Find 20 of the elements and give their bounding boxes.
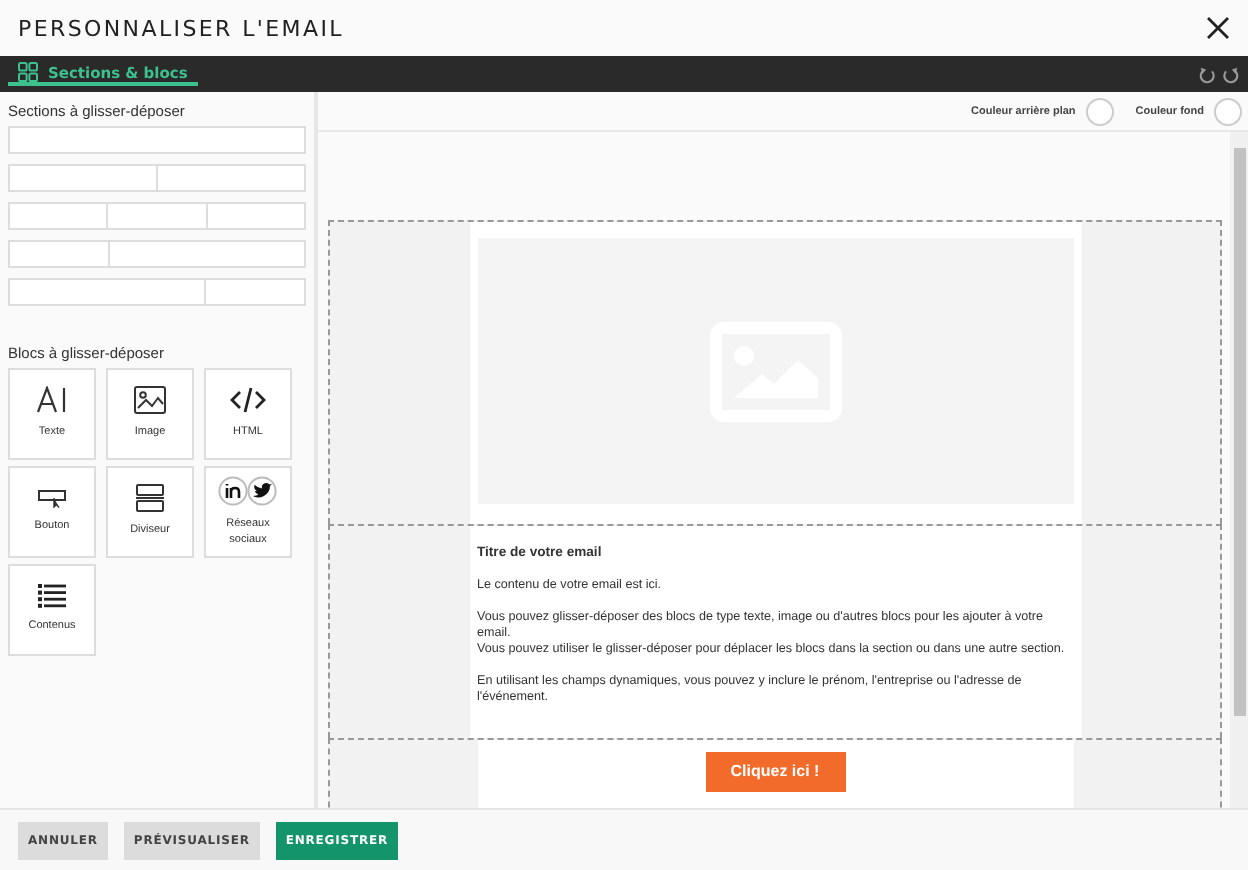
color-swatch[interactable] bbox=[1085, 97, 1114, 125]
scrollbar[interactable] bbox=[1230, 132, 1248, 808]
text-icon bbox=[36, 386, 68, 415]
section-layout[interactable] bbox=[8, 278, 306, 306]
grid-icon bbox=[18, 62, 38, 82]
section-layout[interactable] bbox=[8, 164, 306, 192]
close-button[interactable] bbox=[1206, 16, 1230, 40]
section-layout[interactable] bbox=[8, 126, 306, 154]
redo-icon[interactable] bbox=[1222, 65, 1240, 83]
list-icon bbox=[38, 584, 66, 609]
section-layout[interactable] bbox=[8, 202, 306, 230]
social-icon bbox=[218, 476, 278, 507]
dialog-title: PERSONNALISER L'EMAIL bbox=[18, 15, 344, 41]
image-icon bbox=[134, 386, 166, 415]
section-layout[interactable] bbox=[8, 240, 306, 268]
color-swatch[interactable] bbox=[1214, 97, 1242, 125]
button-icon bbox=[38, 489, 66, 508]
undo-icon[interactable] bbox=[1198, 65, 1216, 83]
divider-icon bbox=[136, 484, 164, 513]
code-icon bbox=[230, 386, 266, 415]
